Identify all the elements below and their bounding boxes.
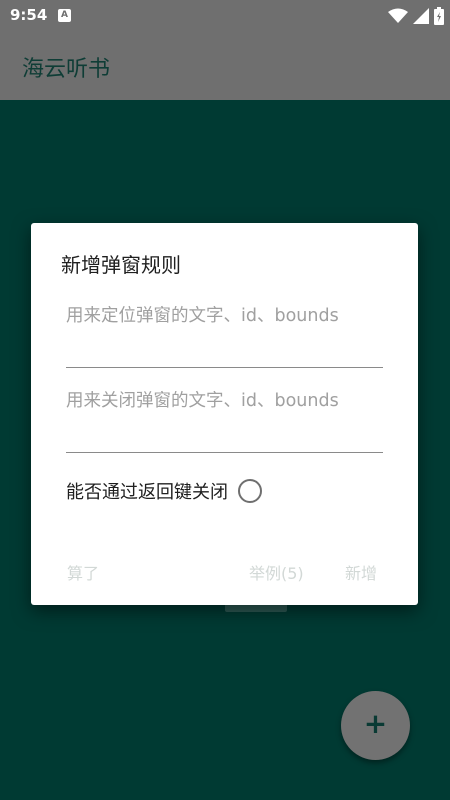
close-popup-input[interactable] (66, 388, 383, 448)
locate-popup-input[interactable] (66, 303, 383, 363)
status-bar: 9:54 A (0, 0, 450, 32)
status-time: 9:54 (10, 6, 48, 24)
add-fab-button[interactable]: + (341, 691, 410, 760)
wifi-icon (388, 8, 408, 23)
cancel-button[interactable]: 算了 (67, 560, 99, 584)
app-bar: 海云听书 (0, 32, 450, 100)
plus-icon: + (363, 707, 388, 740)
back-key-toggle-row[interactable]: 能否通过返回键关闭 (66, 478, 262, 504)
back-key-radio[interactable] (238, 479, 262, 503)
notification-badge: A (58, 9, 71, 22)
signal-icon (413, 8, 429, 24)
example-button[interactable]: 举例(5) (249, 560, 304, 584)
add-popup-rule-dialog: 新增弹窗规则 能否通过返回键关闭 算了 举例(5) 新增 (31, 223, 418, 605)
close-field-container (66, 388, 383, 453)
add-button[interactable]: 新增 (345, 560, 377, 584)
battery-icon (434, 7, 444, 25)
locate-field-container (66, 303, 383, 368)
back-key-label: 能否通过返回键关闭 (66, 482, 228, 503)
app-title: 海云听书 (22, 57, 111, 82)
status-icons (388, 7, 444, 25)
dialog-title: 新增弹窗规则 (61, 253, 181, 277)
